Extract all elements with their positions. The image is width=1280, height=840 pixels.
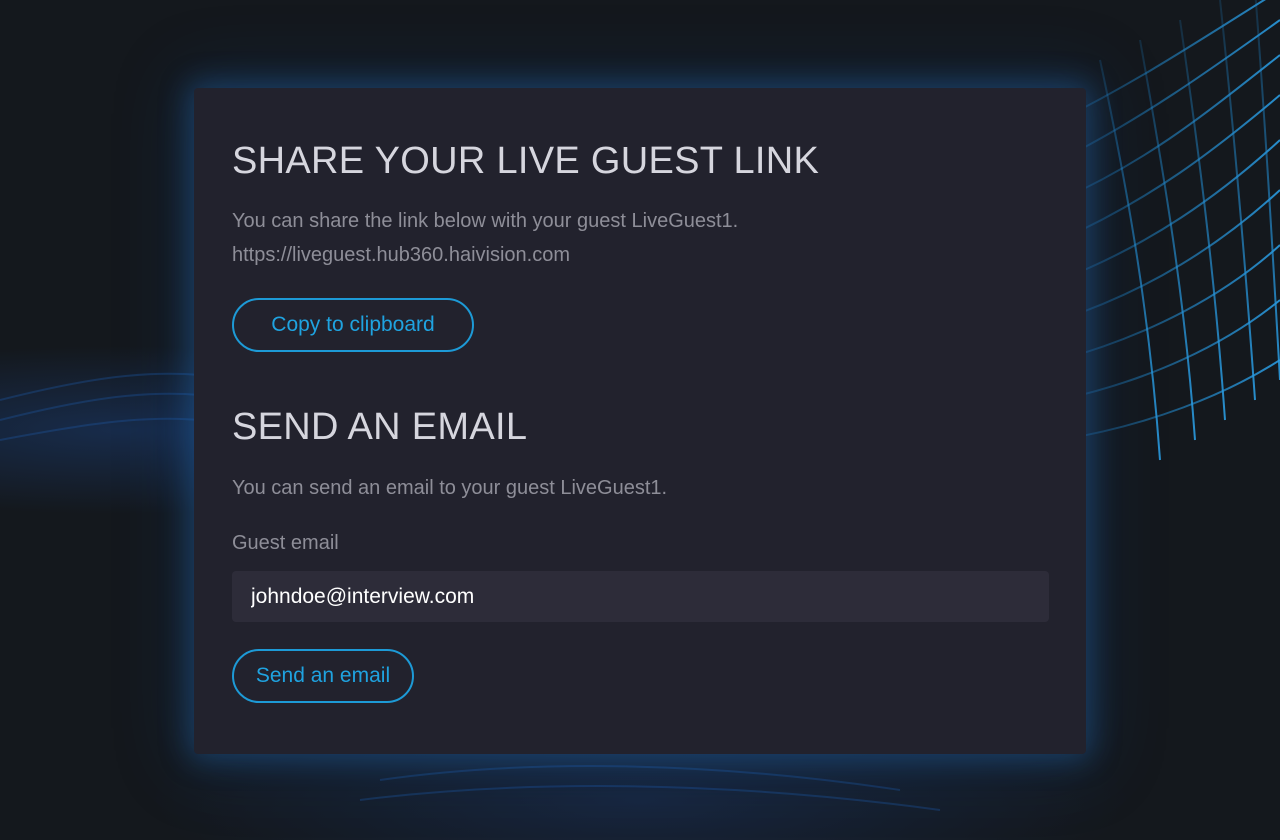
share-link-heading: SHARE YOUR LIVE GUEST LINK	[232, 140, 820, 182]
guest-link-url: https://liveguest.hub360.haivision.com	[232, 244, 570, 266]
guest-email-label: Guest email	[232, 532, 339, 554]
share-link-description: You can share the link below with your g…	[232, 204, 738, 272]
send-email-heading: SEND AN EMAIL	[232, 406, 528, 448]
copy-to-clipboard-button[interactable]: Copy to clipboard	[232, 298, 474, 352]
guest-email-input[interactable]	[232, 571, 1049, 622]
send-email-button[interactable]: Send an email	[232, 649, 414, 703]
page-background: SHARE YOUR LIVE GUEST LINK You can share…	[0, 0, 1280, 840]
share-guest-link-card: SHARE YOUR LIVE GUEST LINK You can share…	[194, 88, 1086, 754]
send-email-description: You can send an email to your guest Live…	[232, 477, 668, 499]
share-link-instructions: You can share the link below with your g…	[232, 210, 739, 232]
